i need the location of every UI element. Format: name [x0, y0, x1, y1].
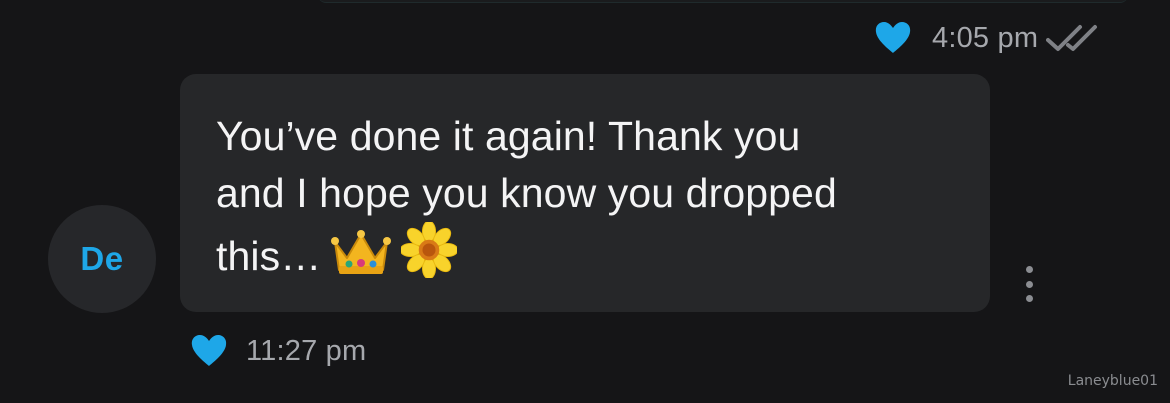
- message-timestamp: 11:27 pm: [246, 334, 367, 367]
- more-dot: [1025, 266, 1033, 273]
- outgoing-message-meta: 4:05 pm: [874, 14, 1104, 62]
- more-dot: [1025, 295, 1033, 302]
- avatar-initials: De: [80, 240, 124, 277]
- more-dot: [1025, 280, 1033, 288]
- avatar[interactable]: De: [48, 205, 156, 313]
- incoming-message-bubble[interactable]: You’ve done it again! Thank you and I ho…: [180, 74, 990, 312]
- crown-emoji: [331, 228, 392, 293]
- message-body: You’ve done it again! Thank you and I ho…: [216, 113, 837, 279]
- heart-icon[interactable]: [190, 334, 228, 368]
- message-text: You’ve done it again! Thank you and I ho…: [216, 108, 954, 293]
- double-check-icon: [1046, 22, 1104, 54]
- heart-icon[interactable]: [874, 21, 912, 55]
- incoming-message-meta: 11:27 pm: [190, 327, 366, 375]
- more-vertical-icon[interactable]: [1020, 266, 1038, 302]
- blossom-emoji: [399, 220, 459, 293]
- message-timestamp: 4:05 pm: [932, 21, 1039, 54]
- previous-message-bubble-edge: [318, 0, 1128, 3]
- watermark: Laneyblue01: [1067, 373, 1158, 389]
